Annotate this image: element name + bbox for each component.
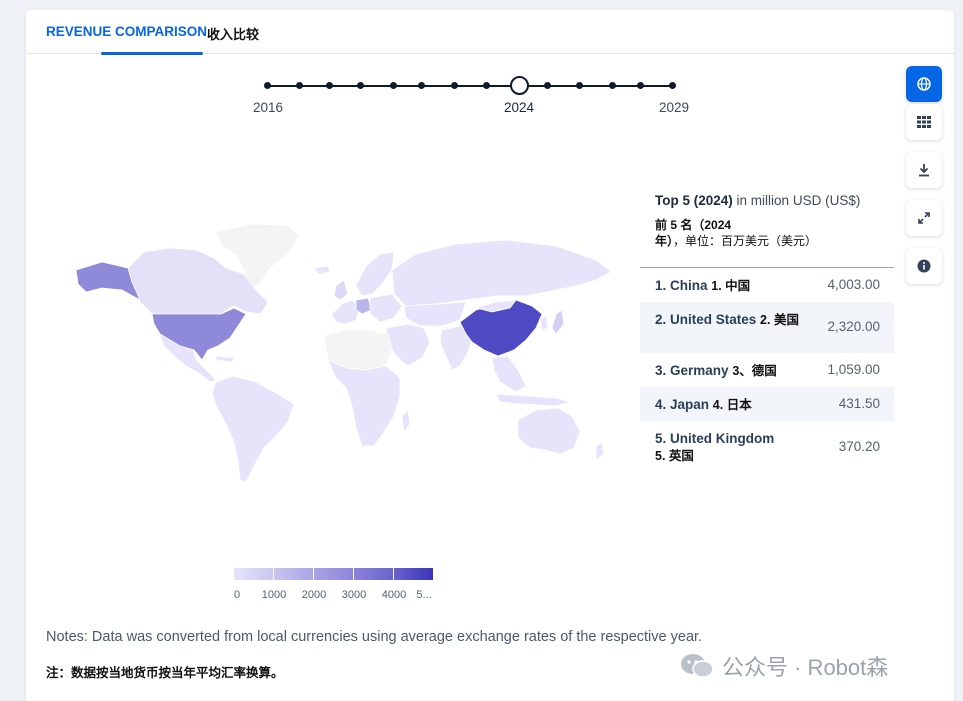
map-region-eastern-europe bbox=[369, 293, 403, 323]
timeline-year-dot[interactable] bbox=[451, 82, 458, 89]
top5-value: 2,320.00 bbox=[827, 319, 880, 334]
legend-label: 2000 bbox=[301, 589, 327, 601]
timeline-selected-knob[interactable] bbox=[510, 76, 529, 95]
timeline-end-label: 2029 bbox=[658, 100, 690, 115]
legend-label: 1000 bbox=[261, 589, 287, 601]
timeline-year-dot[interactable] bbox=[669, 82, 676, 89]
top5-row: 3. Germany 3、德国 1,059.00 bbox=[655, 362, 880, 378]
watermark: 公众号 · Robot森 bbox=[680, 650, 888, 682]
top5-value: 4,003.00 bbox=[827, 277, 880, 292]
legend-label: 4000 bbox=[381, 589, 407, 601]
tab-revenue-comparison-cn: 收入比较 bbox=[207, 27, 260, 42]
top5-row: 5. United Kingdom 5. 英国 370.20 bbox=[655, 431, 880, 463]
timeline-year-dot[interactable] bbox=[576, 82, 583, 89]
wechat-icon bbox=[681, 654, 714, 678]
map-region-middle-east bbox=[385, 323, 431, 367]
legend-color-scale bbox=[234, 568, 434, 580]
map-region-korea bbox=[539, 315, 549, 331]
top5-row: 2. United States 2. 美国 2,320.00 bbox=[640, 302, 894, 353]
map-view-button[interactable] bbox=[906, 66, 942, 102]
map-region-caribbean bbox=[215, 355, 235, 363]
top5-subtitle-cn: 前 5 名（2024 年），单位：百万美元（美元） bbox=[655, 218, 818, 248]
map-region-united-states bbox=[151, 307, 247, 361]
map-region-new-zealand bbox=[595, 441, 605, 461]
map-region-iceland bbox=[313, 265, 331, 275]
top5-value: 431.50 bbox=[838, 396, 880, 411]
map-region-madagascar bbox=[401, 409, 411, 434]
legend-color-band bbox=[234, 568, 274, 580]
top5-value: 1,059.00 bbox=[827, 362, 880, 377]
timeline-year-dot[interactable] bbox=[357, 82, 364, 89]
top5-title: Top 5 (2024) in million USD (US$) bbox=[655, 193, 861, 208]
legend-label: 3000 bbox=[341, 589, 367, 601]
top5-row: 4. Japan 4. 日本 431.50 bbox=[640, 387, 894, 421]
fullscreen-icon bbox=[918, 212, 930, 224]
timeline-year-dot[interactable] bbox=[609, 82, 616, 89]
table-icon bbox=[917, 116, 931, 128]
revenue-comparison-card: REVENUE COMPARISON 收入比较 2016 2024 2029 0… bbox=[26, 10, 954, 701]
tab-bar: REVENUE COMPARISON 收入比较 bbox=[26, 10, 954, 55]
map-region-scandinavia bbox=[355, 251, 395, 297]
year-timeline[interactable]: 2016 2024 2029 bbox=[253, 76, 690, 116]
download-icon bbox=[919, 164, 929, 177]
timeline-current-label: 2024 bbox=[503, 100, 535, 115]
timeline-year-dot[interactable] bbox=[483, 82, 490, 89]
legend-color-band bbox=[314, 568, 354, 580]
legend-color-band bbox=[274, 568, 314, 580]
timeline-start-label: 2016 bbox=[252, 100, 284, 115]
legend-label: 5... bbox=[416, 589, 432, 601]
world-choropleth-map bbox=[75, 223, 611, 483]
map-region-indonesia bbox=[495, 393, 572, 407]
info-button[interactable] bbox=[906, 248, 942, 284]
tab-active-indicator bbox=[101, 52, 203, 55]
map-region-central-asia bbox=[403, 301, 467, 327]
timeline-year-dot[interactable] bbox=[418, 82, 425, 89]
legend-color-band bbox=[354, 568, 394, 580]
notes-text: Notes: Data was converted from local cur… bbox=[46, 629, 703, 645]
timeline-year-dot[interactable] bbox=[544, 82, 551, 89]
top5-value: 370.20 bbox=[838, 439, 880, 454]
map-region-southeast-asia bbox=[491, 355, 527, 393]
map-region-united-kingdom bbox=[333, 279, 349, 301]
timeline-year-dot[interactable] bbox=[264, 82, 271, 89]
legend-label: 0 bbox=[233, 589, 241, 601]
info-icon bbox=[917, 259, 931, 273]
timeline-year-dot[interactable] bbox=[637, 82, 644, 89]
top5-row: 1. China 1. 中国 4,003.00 bbox=[655, 277, 880, 293]
notes-text-cn: 注：数据按当地货币按当年平均汇率换算。 bbox=[46, 666, 284, 680]
legend-color-band bbox=[394, 568, 434, 580]
timeline-year-dot[interactable] bbox=[296, 82, 303, 89]
tab-revenue-comparison[interactable]: REVENUE COMPARISON bbox=[46, 24, 207, 39]
fullscreen-button[interactable] bbox=[906, 200, 942, 236]
map-region-sub-saharan-africa bbox=[327, 359, 401, 447]
download-button[interactable] bbox=[906, 152, 942, 188]
map-region-japan bbox=[551, 309, 565, 335]
map-region-south-america bbox=[211, 375, 295, 483]
timeline-year-dot[interactable] bbox=[390, 82, 397, 89]
table-view-button[interactable] bbox=[906, 104, 942, 140]
map-region-russia bbox=[391, 239, 611, 307]
timeline-year-dot[interactable] bbox=[326, 82, 333, 89]
globe-icon bbox=[917, 77, 931, 91]
map-region-australia bbox=[517, 407, 581, 455]
